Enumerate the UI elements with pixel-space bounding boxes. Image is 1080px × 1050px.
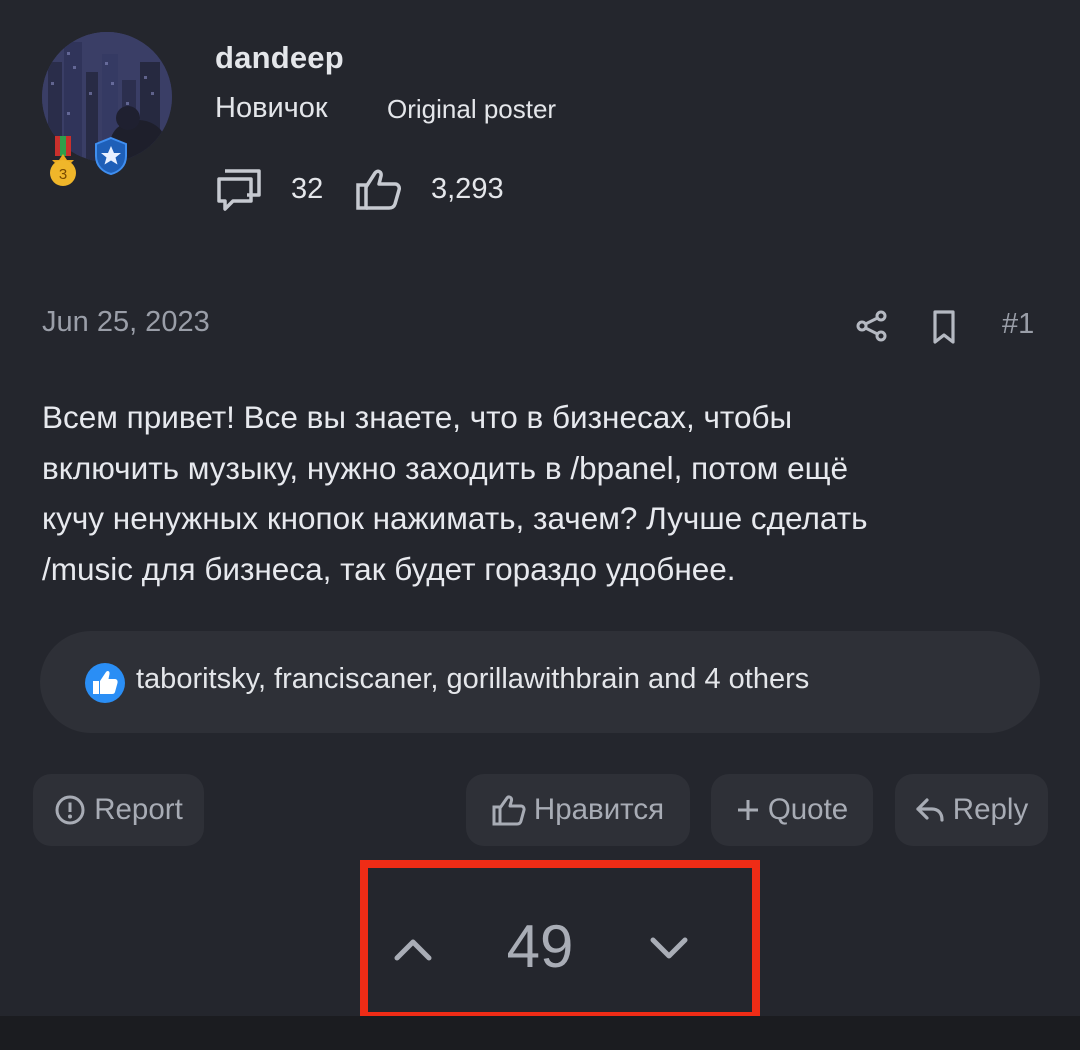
- thumbs-up-icon: [356, 169, 401, 210]
- thread-post: 3 dandeep Новичок Original poster 32 3,2…: [0, 0, 1080, 1050]
- like-button[interactable]: Нравится: [466, 774, 690, 846]
- vote-count: 49: [506, 913, 574, 980]
- quote-button[interactable]: Quote: [711, 774, 873, 846]
- likes-stat: 3,293: [355, 165, 504, 213]
- post-number-link[interactable]: #1: [1002, 308, 1034, 341]
- post-body: Всем привет! Все вы знаете, что в бизнес…: [42, 399, 868, 587]
- original-poster-badge: Original poster: [387, 94, 557, 124]
- plus-icon: [737, 800, 758, 820]
- post-date[interactable]: Jun 25, 2023: [42, 306, 210, 339]
- quote-label: Quote: [767, 793, 849, 826]
- author-title: Новичок: [215, 92, 328, 124]
- exclamation-circle-icon: [55, 795, 85, 825]
- reply-label: Reply: [952, 793, 1029, 826]
- thumbs-up-icon: [492, 795, 526, 826]
- messages-count: 32: [291, 172, 324, 205]
- messages-icon: [217, 169, 261, 211]
- author-avatar-block: 3: [40, 32, 180, 192]
- like-reaction-icon: [85, 663, 125, 703]
- shield-star-icon: [95, 136, 127, 176]
- reply-arrow-icon: [916, 798, 944, 822]
- reply-button[interactable]: Reply: [895, 774, 1048, 846]
- reaction-users-list[interactable]: taboritsky, franciscaner, gorillawithbra…: [136, 663, 809, 696]
- author-name[interactable]: dandeep: [215, 40, 344, 76]
- chevron-up-icon[interactable]: [392, 928, 434, 968]
- report-label: Report: [94, 793, 183, 826]
- chevron-down-icon[interactable]: [648, 928, 690, 968]
- bookmark-icon[interactable]: [928, 309, 960, 345]
- share-icon[interactable]: [854, 308, 890, 344]
- medal-icon: 3: [50, 136, 76, 186]
- report-button[interactable]: Report: [33, 774, 204, 846]
- like-label: Нравится: [533, 793, 665, 826]
- messages-stat: 32: [215, 165, 323, 213]
- likes-count: 3,293: [431, 172, 504, 205]
- bottom-divider: [0, 1016, 1080, 1050]
- medal-level: 3: [59, 166, 67, 183]
- reactions-bar[interactable]: taboritsky, franciscaner, gorillawithbra…: [40, 631, 1040, 733]
